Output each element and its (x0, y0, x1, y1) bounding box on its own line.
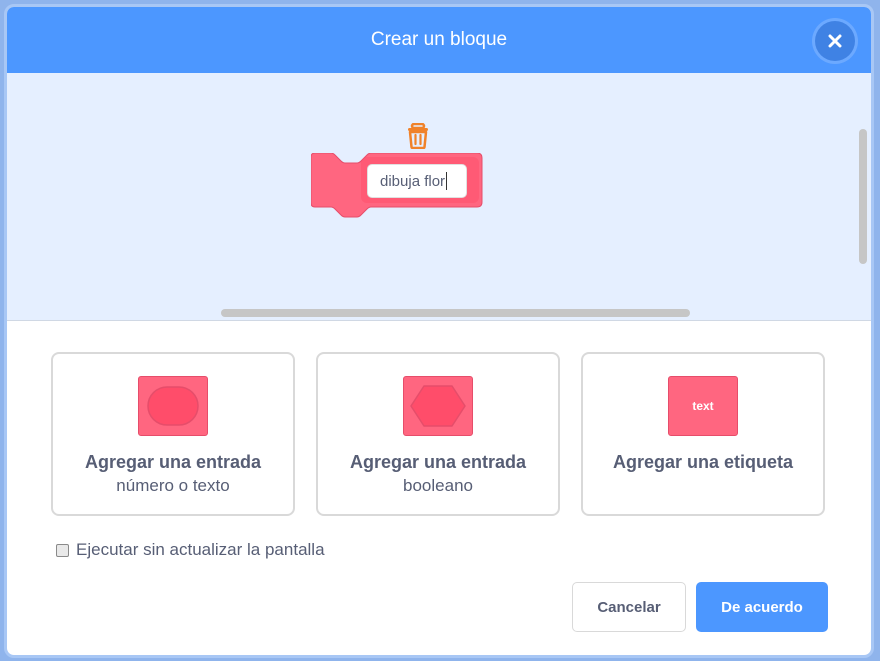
boolean-input-icon (410, 385, 466, 427)
trash-icon[interactable] (407, 123, 429, 149)
block-name-text: dibuja flor (380, 172, 446, 190)
add-input-number-text-button[interactable]: Agregar una entrada número o texto (51, 352, 295, 516)
dialog-title: Crear un bloque (370, 29, 508, 50)
option-title: Agregar una etiqueta (612, 452, 794, 472)
round-input-icon (147, 386, 199, 426)
text-label-icon: text (692, 399, 714, 413)
close-icon (828, 34, 842, 48)
close-button[interactable] (815, 21, 855, 61)
text-caret (446, 172, 448, 190)
vertical-scrollbar[interactable] (859, 129, 867, 264)
ok-button[interactable]: De acuerdo (696, 582, 828, 632)
run-without-refresh-row[interactable]: Ejecutar sin actualizar la pantalla (56, 540, 325, 560)
horizontal-scrollbar[interactable] (221, 309, 690, 317)
custom-block-dialog: Crear un bloque dibuja flor Agregar una … (4, 4, 874, 658)
dialog-header: Crear un bloque (7, 7, 871, 73)
run-without-refresh-label: Ejecutar sin actualizar la pantalla (76, 540, 325, 559)
run-without-refresh-checkbox[interactable] (56, 543, 69, 557)
option-title: Agregar una entrada (84, 452, 262, 472)
cancel-button[interactable]: Cancelar (572, 582, 686, 632)
add-options: Agregar una entrada número o texto Agreg… (51, 352, 829, 518)
add-label-button[interactable]: text Agregar una etiqueta (581, 352, 825, 516)
round-input-icon-box (138, 376, 208, 436)
option-title: Agregar una entrada (349, 452, 527, 472)
block-preview-workspace: dibuja flor (7, 73, 871, 321)
text-label-icon-box: text (668, 376, 738, 436)
option-subtitle: booleano (403, 476, 473, 495)
block-name-input[interactable]: dibuja flor (367, 164, 467, 198)
option-subtitle: número o texto (116, 476, 230, 495)
boolean-input-icon-box (403, 376, 473, 436)
add-input-boolean-button[interactable]: Agregar una entrada booleano (316, 352, 560, 516)
